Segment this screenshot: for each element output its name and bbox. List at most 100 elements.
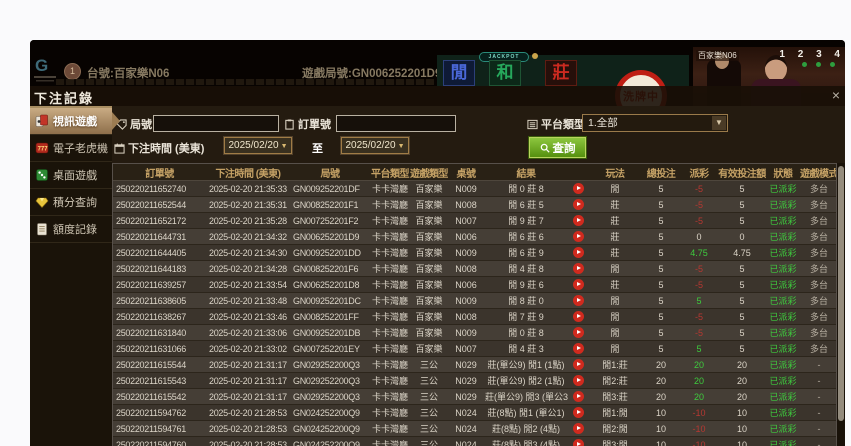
play-video-icon[interactable] [573, 311, 584, 322]
table-row: 2502202116155442025-02-20 21:31:17GN0292… [113, 357, 837, 373]
platform-select[interactable]: 1.全部 ▼ [582, 114, 728, 132]
play-video-icon[interactable] [573, 279, 584, 290]
play-video-icon[interactable] [573, 359, 584, 370]
play-cell [568, 357, 588, 373]
search-icon [540, 143, 550, 153]
play-video-icon[interactable] [573, 375, 584, 386]
cell-valid: 5 [718, 293, 766, 309]
play-cell [568, 261, 588, 277]
play-video-icon[interactable] [573, 199, 584, 210]
cell-payout: -10 [680, 405, 718, 421]
sidebar-item-quota-records[interactable]: 額度記錄 [30, 216, 112, 243]
column-header [568, 164, 588, 181]
cell-table: N006 [448, 277, 484, 293]
cell-table: N029 [448, 357, 484, 373]
cell-order: 250220211594760 [113, 437, 206, 446]
cell-round: GN029252200Q3 [290, 357, 370, 373]
cell-status: 已派彩 [766, 325, 800, 341]
play-video-icon[interactable] [573, 215, 584, 226]
column-header: 平台類型 [370, 164, 410, 181]
column-header: 玩法 [588, 164, 642, 181]
gem-icon [35, 195, 49, 209]
page: G 1 台號:百家樂N06 遊戲局號:GN006252201D9 JACKPOT… [0, 0, 851, 446]
list-icon [527, 119, 538, 130]
play-video-icon[interactable] [573, 247, 584, 258]
cell-platform: 卡卡灣廳 [370, 261, 410, 277]
calendar-icon [114, 143, 125, 154]
cell-table: N024 [448, 405, 484, 421]
cell-round: GN009252201DB [290, 325, 370, 341]
cell-method: 莊 [588, 229, 642, 245]
scrollbar-thumb[interactable] [838, 166, 844, 421]
cell-platform: 卡卡灣廳 [370, 389, 410, 405]
play-cell [568, 309, 588, 325]
cell-round: GN008252201FF [290, 309, 370, 325]
cell-valid: 4.75 [718, 245, 766, 261]
cell-order: 250220211644405 [113, 245, 206, 261]
cell-payout: -5 [680, 325, 718, 341]
cell-time: 2025-02-20 21:34:30 [206, 245, 290, 261]
play-video-icon[interactable] [573, 423, 584, 434]
sidebar-item-points[interactable]: 積分查詢 [30, 189, 112, 216]
cell-result: 莊(8點) 閒1 (單公1) [484, 405, 568, 421]
cell-time: 2025-02-20 21:33:06 [206, 325, 290, 341]
sidebar-item-label: 視訊遊戲 [53, 113, 97, 129]
play-video-icon[interactable] [573, 439, 584, 446]
play-video-icon[interactable] [573, 343, 584, 354]
jackpot-dot-icon [532, 53, 538, 59]
table-row: 2502202116392572025-02-20 21:33:54GN0062… [113, 277, 837, 293]
play-video-icon[interactable] [573, 391, 584, 402]
cell-round: GN009252201DF [290, 181, 370, 197]
sidebar-item-video-games[interactable]: 視訊遊戲 [30, 108, 112, 135]
play-cell [568, 245, 588, 261]
app-window: G 1 台號:百家樂N06 遊戲局號:GN006252201D9 JACKPOT… [30, 40, 845, 446]
cell-result: 閒 8 莊 0 [484, 293, 568, 309]
cell-valid: 5 [718, 181, 766, 197]
play-video-icon[interactable] [573, 263, 584, 274]
play-cell [568, 405, 588, 421]
cell-order: 250220211638267 [113, 309, 206, 325]
play-video-icon[interactable] [573, 183, 584, 194]
cell-result: 莊(單公9) 閒1 (1點) [484, 357, 568, 373]
table-header-row: 訂單號下注時間 (美東)局號平台類型遊戲類型桌號結果玩法總投注派彩有效投注額狀態… [113, 164, 837, 181]
column-header: 遊戲模式 [800, 164, 837, 181]
table-row: 2502202116386052025-02-20 21:33:48GN0092… [113, 293, 837, 309]
cell-time: 2025-02-20 21:31:17 [206, 373, 290, 389]
cell-total: 20 [642, 389, 680, 405]
cell-payout: 20 [680, 357, 718, 373]
cell-time: 2025-02-20 21:33:46 [206, 309, 290, 325]
sidebar-item-slots[interactable]: 777 電子老虎機 [30, 135, 112, 162]
cell-time: 2025-02-20 21:31:17 [206, 389, 290, 405]
order-input[interactable] [336, 115, 456, 132]
play-video-icon[interactable] [573, 407, 584, 418]
table-row: 2502202116318402025-02-20 21:33:06GN0092… [113, 325, 837, 341]
cell-status: 已派彩 [766, 405, 800, 421]
cell-method: 閒 [588, 181, 642, 197]
date-to-select[interactable]: 2025/02/20▼ [341, 137, 409, 154]
date-from-select[interactable]: 2025/02/20▼ [224, 137, 292, 154]
cell-order: 250220211644731 [113, 229, 206, 245]
close-icon[interactable]: × [832, 87, 840, 103]
date-to-label: 至 [312, 140, 323, 156]
search-button[interactable]: 查詢 [529, 137, 586, 158]
scrollbar-track[interactable] [837, 163, 845, 446]
play-video-icon[interactable] [573, 295, 584, 306]
sidebar-item-table-games[interactable]: 桌面遊戲 [30, 162, 112, 189]
play-video-icon[interactable] [573, 327, 584, 338]
cell-game: 百家樂 [410, 341, 448, 357]
cell-time: 2025-02-20 21:35:33 [206, 181, 290, 197]
cell-game: 三公 [410, 437, 448, 446]
filter-bar: 局號 訂單號 平台類型 1.全部 ▼ [112, 106, 845, 163]
round-input[interactable] [153, 115, 279, 132]
column-header: 有效投注額 [718, 164, 766, 181]
cell-method: 莊 [588, 197, 642, 213]
cell-mode: 多台 [800, 261, 837, 277]
cell-time: 2025-02-20 21:35:31 [206, 197, 290, 213]
cell-status: 已派彩 [766, 341, 800, 357]
cell-method: 閒 [588, 325, 642, 341]
casino-logo-icon: G [32, 52, 58, 84]
bead-road-dots [802, 62, 835, 67]
cell-total: 5 [642, 245, 680, 261]
cell-status: 已派彩 [766, 277, 800, 293]
play-video-icon[interactable] [573, 231, 584, 242]
